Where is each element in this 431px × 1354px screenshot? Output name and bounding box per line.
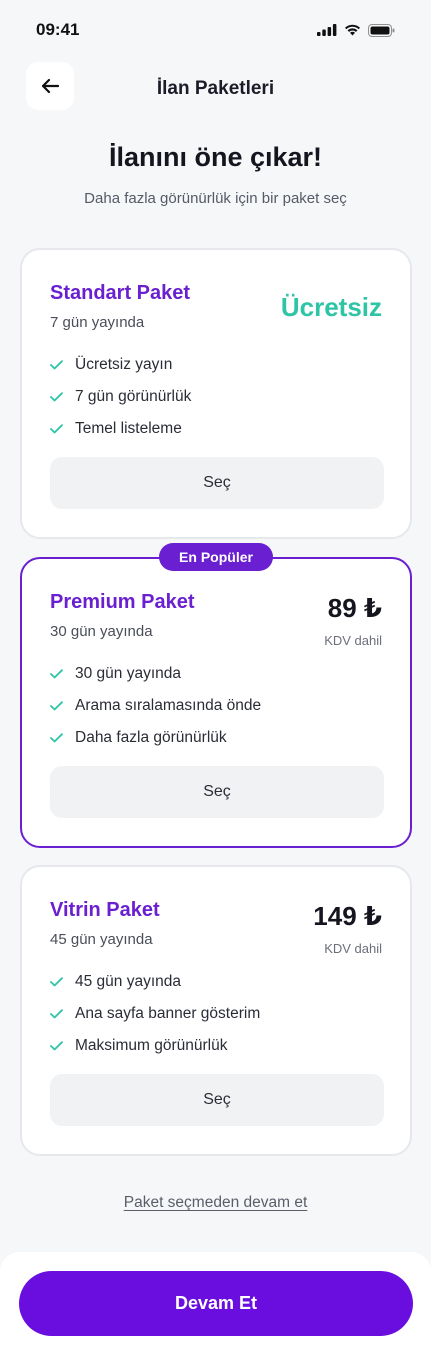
check-icon xyxy=(50,360,64,370)
skip-link-wrapper: Paket seçmeden devam et xyxy=(0,1194,431,1212)
package-name: Premium Paket xyxy=(50,591,195,613)
feature-text: Maksimum görünürlük xyxy=(75,1037,228,1054)
feature-list: 30 gün yayında Arama sıralamasında önde … xyxy=(50,658,261,754)
check-icon xyxy=(50,701,64,711)
package-card-standard[interactable]: Standart Paket 7 gün yayında Ücretsiz Üc… xyxy=(20,248,412,539)
package-duration: 45 gün yayında xyxy=(50,931,153,948)
hero-title: İlanını öne çıkar! xyxy=(108,142,323,172)
feature-item: 30 gün yayında xyxy=(50,658,261,690)
feature-text: 7 gün görünürlük xyxy=(75,388,192,405)
select-button[interactable]: Seç xyxy=(50,1074,384,1126)
hero-subtitle: Daha fazla görünürlük için bir paket seç xyxy=(84,190,347,207)
feature-text: 30 gün yayında xyxy=(75,665,182,682)
feature-item: 7 gün görünürlük xyxy=(50,381,191,413)
package-name: Standart Paket xyxy=(50,282,191,304)
vat-note: KDV dahil xyxy=(324,941,382,956)
status-icons xyxy=(317,23,395,37)
feature-item: Ücretsiz yayın xyxy=(50,349,191,381)
battery-icon xyxy=(368,23,395,37)
package-price: 89 ₺ xyxy=(327,593,382,623)
feature-list: Ücretsiz yayın 7 gün görünürlük Temel li… xyxy=(50,349,191,445)
feature-item: Maksimum görünürlük xyxy=(50,1030,260,1062)
feature-item: Ana sayfa banner gösterim xyxy=(50,998,260,1030)
continue-button[interactable]: Devam Et xyxy=(19,1271,413,1336)
feature-text: Temel listeleme xyxy=(75,420,182,437)
status-bar: 09:41 xyxy=(0,0,431,60)
wifi-icon xyxy=(345,24,360,36)
feature-item: 45 gün yayında xyxy=(50,966,260,998)
package-price: 149 ₺ xyxy=(313,901,382,931)
select-button[interactable]: Seç xyxy=(50,457,384,509)
check-icon xyxy=(50,977,64,987)
package-name: Vitrin Paket xyxy=(50,899,160,921)
package-card-showcase[interactable]: Vitrin Paket 45 gün yayında 149 ₺ KDV da… xyxy=(20,865,412,1156)
feature-item: Daha fazla görünürlük xyxy=(50,722,261,754)
check-icon xyxy=(50,424,64,434)
feature-text: Ücretsiz yayın xyxy=(75,356,173,373)
arrow-left-icon xyxy=(41,78,59,94)
signal-icon xyxy=(317,24,337,36)
package-card-premium[interactable]: Premium Paket 30 gün yayında 89 ₺ KDV da… xyxy=(20,557,412,848)
check-icon xyxy=(50,1009,64,1019)
check-icon xyxy=(50,392,64,402)
check-icon xyxy=(50,733,64,743)
vat-note: KDV dahil xyxy=(324,633,382,648)
package-price: Ücretsiz xyxy=(280,292,382,322)
feature-text: 45 gün yayında xyxy=(75,973,182,990)
package-duration: 30 gün yayında xyxy=(50,623,153,640)
feature-text: Ana sayfa banner gösterim xyxy=(75,1005,261,1022)
check-icon xyxy=(50,1041,64,1051)
feature-text: Daha fazla görünürlük xyxy=(75,729,227,746)
back-button[interactable] xyxy=(26,62,74,110)
header: İlan Paketleri xyxy=(0,62,431,116)
feature-item: Arama sıralamasında önde xyxy=(50,690,261,722)
popular-badge: En Popüler xyxy=(159,543,273,571)
feature-text: Arama sıralamasında önde xyxy=(75,697,262,714)
select-button[interactable]: Seç xyxy=(50,766,384,818)
feature-item: Temel listeleme xyxy=(50,413,191,445)
page-title: İlan Paketleri xyxy=(156,78,275,99)
skip-link[interactable]: Paket seçmeden devam et xyxy=(124,1194,308,1211)
package-duration: 7 gün yayında xyxy=(50,314,145,331)
status-time: 09:41 xyxy=(36,20,80,39)
feature-list: 45 gün yayında Ana sayfa banner gösterim… xyxy=(50,966,260,1062)
footer-bar: Devam Et xyxy=(0,1252,431,1354)
check-icon xyxy=(50,669,64,679)
